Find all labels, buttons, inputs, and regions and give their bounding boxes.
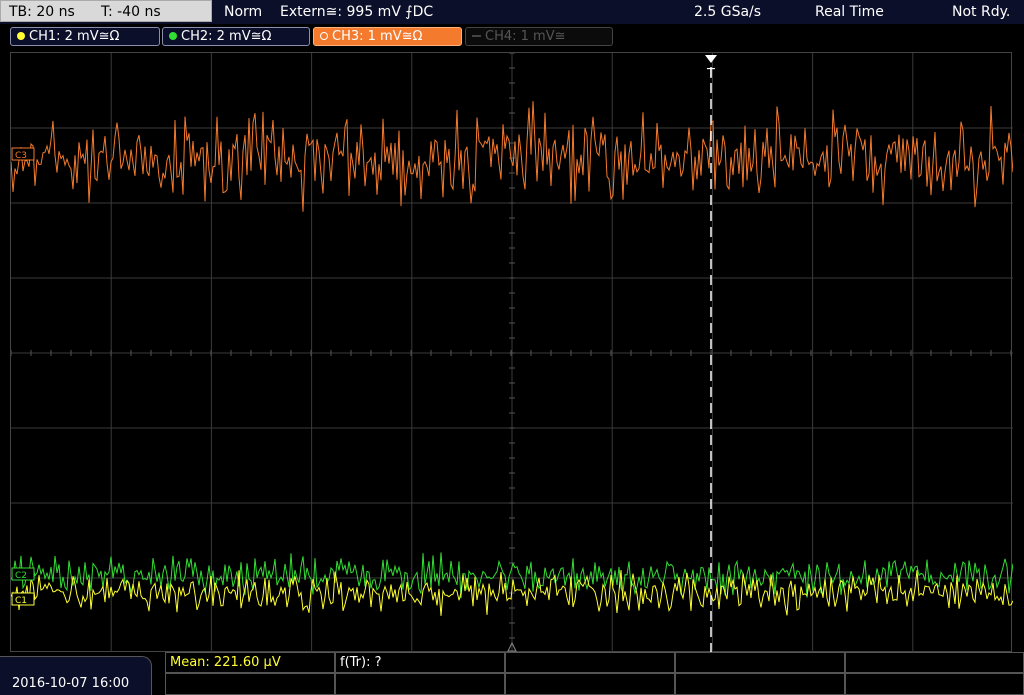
measurement-slot-5[interactable] [845,652,1024,673]
channel-tab-ch4[interactable]: CH4: 1 mV≅ [465,27,613,46]
acquisition-mode[interactable]: Real Time [815,0,884,24]
ch1-label: CH1: 2 mV≅Ω [29,29,120,44]
ch2-indicator-icon [169,31,177,40]
measurement-slot-3[interactable] [505,652,675,673]
measurement-slot-10[interactable] [845,673,1024,695]
channel-bar: CH1: 2 mV≅Ω CH2: 2 mV≅Ω CH3: 1 mV≅Ω CH4:… [0,24,1024,50]
datetime: 2016-10-07 16:00 [12,676,130,691]
ch3-label: CH3: 1 mV≅Ω [332,29,423,44]
sample-rate[interactable]: 2.5 GSa/s [694,0,761,24]
trigger-mode[interactable]: Norm [224,0,262,24]
ch2-label: CH2: 2 mV≅Ω [181,29,272,44]
ch3-indicator-icon [320,31,328,40]
channel-tab-ch3[interactable]: CH3: 1 mV≅Ω [313,27,462,46]
trigger-source[interactable]: Extern≅: 995 mV ⨍DC [280,0,433,24]
ch4-indicator-icon [472,34,481,37]
trigger-marker: T [706,67,715,82]
timebase-value[interactable]: TB: 20 ns [9,1,75,23]
channel-tab-ch2[interactable]: CH2: 2 mV≅Ω [162,27,310,46]
measurement-slot-4[interactable] [675,652,845,673]
waveform-display[interactable]: T C3 C2 C1 [10,52,1013,653]
trigger-arrow-icon [705,55,717,63]
timebase-panel[interactable]: TB: 20 ns T: -40 ns [0,0,212,22]
acquisition-state: Not Rdy. [952,4,1011,20]
channel-tab-ch1[interactable]: CH1: 2 mV≅Ω [10,27,160,46]
ch3-level-marker: C3 [15,151,27,161]
measurement-mean[interactable]: Mean: 221.60 µV [165,652,335,673]
ch2-level-marker: C2 [15,571,27,581]
measurement-slot-7[interactable] [335,673,505,695]
measurement-slot-9[interactable] [675,673,845,695]
ch1-level-marker: C1 [15,596,27,606]
waveform-svg: T C3 C2 C1 [11,53,1013,653]
status-bar: TB: 20 ns T: -40 ns Norm Extern≅: 995 mV… [0,0,1024,24]
measurement-slot-6[interactable] [165,673,335,695]
ch4-label: CH4: 1 mV≅ [485,29,566,44]
measurement-slot-8[interactable] [505,673,675,695]
measurement-freq[interactable]: f(Tr): ? [335,652,505,673]
ch1-indicator-icon [17,31,25,40]
trigger-time-value[interactable]: T: -40 ns [101,1,161,23]
